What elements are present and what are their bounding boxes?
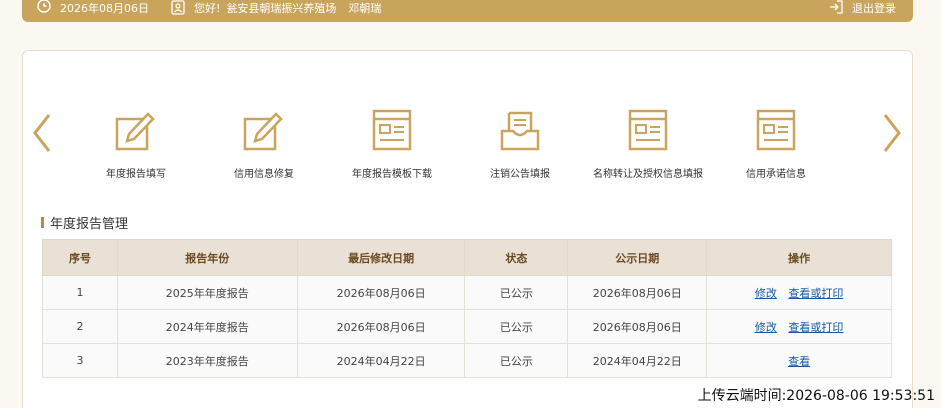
carousel-next-button[interactable]	[879, 111, 905, 155]
cell-status: 已公示	[464, 275, 569, 310]
view-print-link[interactable]: 查看或打印	[788, 287, 843, 300]
func-credit-commitment[interactable]: 信用承诺信息	[716, 109, 836, 180]
date-display: 2026年08月06日	[36, 0, 149, 16]
view-link[interactable]: 查看	[788, 355, 810, 368]
cell-status: 已公示	[464, 309, 569, 344]
func-template-download[interactable]: 年度报告模板下载	[332, 109, 452, 180]
upload-timestamp: 上传云端时间:2026-08-06 19:53:51	[697, 388, 935, 404]
header-cell: 序号	[42, 239, 118, 276]
func-label: 年度报告填写	[106, 169, 166, 180]
edit-link[interactable]: 修改	[755, 321, 777, 334]
section-title: 年度报告管理	[41, 213, 128, 232]
func-label: 名称转让及授权信息填报	[593, 169, 703, 180]
cell-year: 2024年年度报告	[116, 309, 298, 344]
func-label: 注销公告填报	[490, 169, 550, 180]
func-name-transfer[interactable]: 名称转让及授权信息填报	[588, 109, 708, 180]
cell-modified: 2026年08月06日	[296, 309, 466, 344]
header-cell: 操作	[706, 239, 892, 276]
greeting-text: 您好!	[194, 2, 221, 15]
header-cell: 最后修改日期	[296, 239, 466, 276]
logout-icon	[830, 0, 843, 14]
user-card-icon	[171, 0, 185, 15]
cell-no: 2	[42, 309, 118, 344]
user-name: 邓朝瑞	[348, 2, 382, 15]
header-cell: 状态	[464, 239, 569, 276]
header-cell: 报告年份	[116, 239, 298, 276]
func-cancellation-notice[interactable]: 注销公告填报	[460, 109, 580, 180]
chevron-right-icon	[883, 114, 901, 152]
company-name: 瓮安县朝瑞振兴养殖场	[226, 2, 337, 15]
date-text: 2026年08月06日	[60, 2, 149, 15]
cell-published: 2026年08月06日	[567, 275, 708, 310]
logout-label: 退出登录	[852, 2, 896, 15]
cell-published: 2024年04月22日	[567, 343, 708, 378]
func-annual-report-fill[interactable]: 年度报告填写	[76, 109, 196, 180]
section-title-text: 年度报告管理	[50, 217, 129, 232]
main-panel: 年度报告填写 信用信息修复 年度报告模板下载 注销公告填报 名称转让及授权信息填…	[22, 50, 913, 408]
func-credit-repair[interactable]: 信用信息修复	[204, 109, 324, 180]
table-row: 1 2025年年度报告 2026年08月06日 已公示 2026年08月06日 …	[42, 275, 892, 310]
cell-no: 3	[42, 343, 118, 378]
view-print-link[interactable]: 查看或打印	[788, 321, 843, 334]
edit-link[interactable]: 修改	[755, 287, 777, 300]
clock-icon	[37, 0, 51, 13]
user-info: 您好! 瓮安县朝瑞振兴养殖场 邓朝瑞	[170, 0, 381, 16]
func-label: 信用承诺信息	[746, 169, 806, 180]
cell-year: 2025年年度报告	[116, 275, 298, 310]
carousel-prev-button[interactable]	[29, 111, 55, 155]
cell-actions: 查看	[706, 343, 892, 378]
template-icon	[628, 109, 668, 151]
annual-report-table: 序号 报告年份 最后修改日期 状态 公示日期 操作 1 2025年年度报告 20…	[42, 239, 892, 378]
template-icon	[372, 109, 412, 151]
table-row: 3 2023年年度报告 2024年04月22日 已公示 2024年04月22日 …	[42, 343, 892, 378]
cell-modified: 2026年08月06日	[296, 275, 466, 310]
inbox-icon	[500, 111, 540, 151]
cell-no: 1	[42, 275, 118, 310]
edit-form-icon	[243, 112, 283, 151]
edit-form-icon	[115, 112, 155, 151]
cell-modified: 2024年04月22日	[296, 343, 466, 378]
cell-published: 2026年08月06日	[567, 309, 708, 344]
logout-button[interactable]: 退出登录	[828, 0, 896, 16]
chevron-left-icon	[33, 114, 51, 152]
template-icon	[756, 109, 796, 151]
table-header-row: 序号 报告年份 最后修改日期 状态 公示日期 操作	[42, 239, 892, 276]
title-marker	[41, 217, 44, 228]
top-bar: 2026年08月06日 您好! 瓮安县朝瑞振兴养殖场 邓朝瑞 退出登录	[22, 0, 913, 22]
cell-status: 已公示	[464, 343, 569, 378]
cell-actions: 修改 查看或打印	[706, 275, 892, 310]
func-label: 信用信息修复	[234, 169, 294, 180]
header-cell: 公示日期	[567, 239, 708, 276]
cell-year: 2023年年度报告	[116, 343, 298, 378]
cell-actions: 修改 查看或打印	[706, 309, 892, 344]
table-row: 2 2024年年度报告 2026年08月06日 已公示 2026年08月06日 …	[42, 309, 892, 344]
func-label: 年度报告模板下载	[352, 169, 432, 180]
